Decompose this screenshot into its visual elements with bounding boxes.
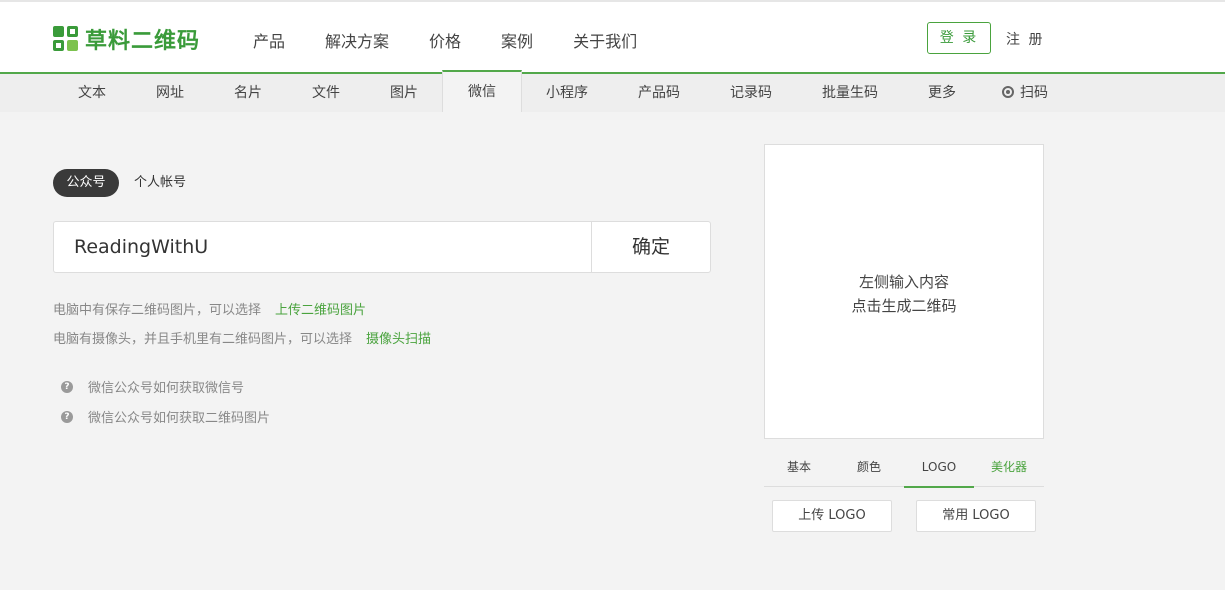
segment-personal-account[interactable]: 个人帐号 [134, 169, 186, 197]
top-header: 草料二维码 产品 解决方案 价格 案例 关于我们 登 录 注 册 [0, 0, 1225, 74]
confirm-button[interactable]: 确定 [591, 221, 711, 273]
tab-image[interactable]: 图片 [374, 74, 434, 112]
qr-logo-icon [53, 26, 79, 52]
preview-placeholder-line2: 点击生成二维码 [851, 297, 957, 315]
tab-product-code[interactable]: 产品码 [629, 74, 689, 112]
tab-batch[interactable]: 批量生码 [815, 74, 885, 112]
common-logo-button[interactable]: 常用 LOGO [916, 500, 1036, 532]
upload-logo-button[interactable]: 上传 LOGO [772, 500, 892, 532]
upload-hint-text: 电脑中有保存二维码图片，可以选择 [53, 303, 262, 318]
tab-color[interactable]: 颜色 [834, 452, 904, 487]
category-tabs: 文本 网址 名片 文件 图片 微信 小程序 产品码 记录码 批量生码 更多 扫码 [0, 70, 1225, 112]
style-options-tabs: 基本 颜色 LOGO 美化器 [764, 452, 1044, 488]
upload-qr-link[interactable]: 上传二维码图片 [275, 303, 366, 318]
tab-beautifier[interactable]: 美化器 [974, 452, 1044, 487]
tab-logo[interactable]: LOGO [904, 452, 974, 488]
help-link-label: 微信公众号如何获取二维码图片 [88, 411, 271, 426]
camera-hint: 电脑有摄像头，并且手机里有二维码图片，可以选择 摄像头扫描 [53, 328, 431, 347]
nav-item-pricing[interactable]: 价格 [429, 28, 461, 52]
tab-card[interactable]: 名片 [218, 74, 278, 112]
tab-file[interactable]: 文件 [296, 74, 356, 112]
preview-placeholder-line1: 左侧输入内容 [858, 273, 949, 291]
tab-basic[interactable]: 基本 [764, 452, 834, 487]
upload-hint: 电脑中有保存二维码图片，可以选择 上传二维码图片 [53, 299, 366, 318]
wechat-id-input[interactable] [53, 221, 593, 273]
camera-scan-link[interactable]: 摄像头扫描 [366, 332, 431, 347]
tab-wechat[interactable]: 微信 [442, 70, 522, 112]
tab-scan-label: 扫码 [1020, 85, 1048, 101]
segment-official-account[interactable]: 公众号 [53, 169, 119, 197]
tab-url[interactable]: 网址 [140, 74, 200, 112]
site-logo[interactable]: 草料二维码 [53, 24, 200, 54]
tab-text[interactable]: 文本 [62, 74, 122, 112]
tab-record-code[interactable]: 记录码 [721, 74, 781, 112]
question-icon: ? [61, 410, 73, 423]
nav-item-product[interactable]: 产品 [253, 28, 285, 52]
help-link-qr-image[interactable]: ? 微信公众号如何获取二维码图片 [61, 407, 270, 426]
tab-more[interactable]: 更多 [917, 74, 967, 112]
scan-icon [1002, 86, 1014, 98]
nav-item-cases[interactable]: 案例 [501, 28, 533, 52]
login-button[interactable]: 登 录 [927, 22, 991, 54]
qr-preview-panel: 左侧输入内容 点击生成二维码 [764, 144, 1044, 439]
nav-item-solutions[interactable]: 解决方案 [325, 28, 389, 52]
logo-text: 草料二维码 [85, 29, 201, 54]
tab-miniprogram[interactable]: 小程序 [537, 74, 597, 112]
question-icon: ? [61, 380, 73, 393]
help-link-label: 微信公众号如何获取微信号 [88, 381, 245, 396]
help-link-wechat-id[interactable]: ? 微信公众号如何获取微信号 [61, 377, 244, 396]
register-link[interactable]: 注 册 [1006, 29, 1044, 49]
nav-item-about[interactable]: 关于我们 [573, 28, 637, 52]
main-nav: 产品 解决方案 价格 案例 关于我们 [253, 28, 677, 52]
camera-hint-text: 电脑有摄像头，并且手机里有二维码图片，可以选择 [53, 332, 353, 347]
tab-scan[interactable]: 扫码 [995, 74, 1055, 112]
